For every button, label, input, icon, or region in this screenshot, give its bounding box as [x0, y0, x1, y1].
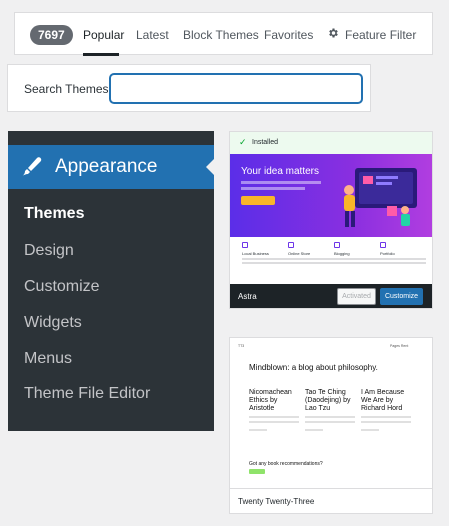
search-themes-input[interactable]	[110, 74, 362, 103]
activated-button: Activated	[337, 288, 376, 305]
feature-label: Blogging	[334, 251, 350, 256]
submenu-widgets[interactable]: Widgets	[24, 314, 82, 332]
theme-card-footer: Astra Activated Customize	[230, 284, 432, 308]
checkmark-icon: ✓	[239, 137, 247, 147]
menu-appearance[interactable]: Appearance	[8, 145, 214, 189]
preview-headline: Mindblown: a blog about philosophy.	[249, 363, 378, 372]
current-menu-arrow	[206, 159, 214, 175]
tab-block-themes[interactable]: Block Themes	[183, 28, 259, 42]
theme-name: Astra	[238, 292, 257, 301]
illustration-image	[344, 168, 417, 227]
paintbrush-icon	[22, 157, 42, 176]
submenu-design[interactable]: Design	[24, 242, 74, 260]
preview-cta-button	[241, 196, 275, 205]
theme-card-twenty-twenty-three[interactable]: TT3 Pages Rent Mindblown: a blog about p…	[229, 337, 433, 514]
preview-post: Nicomachean Ethics by Aristotle	[249, 389, 299, 431]
gear-icon[interactable]	[327, 27, 339, 39]
active-tab-indicator	[83, 53, 119, 56]
preview-post: I Am Because We Are by Richard Hord	[361, 389, 411, 431]
theme-filter-bar: 7697 Popular Latest Block Themes Favorit…	[14, 12, 433, 56]
feature-filter-button[interactable]: Feature Filter	[345, 28, 416, 42]
submenu-menus[interactable]: Menus	[24, 350, 72, 368]
tab-popular[interactable]: Popular	[83, 28, 124, 42]
theme-card-footer: Twenty Twenty-Three	[230, 488, 432, 513]
tab-latest[interactable]: Latest	[136, 28, 169, 42]
preview-nav-links: Pages Rent	[390, 344, 409, 348]
theme-screenshot: TT3 Pages Rent Mindblown: a blog about p…	[230, 338, 432, 488]
preview-feature: Portfolio	[380, 242, 426, 264]
feature-label: Portfolio	[380, 251, 395, 256]
preview-text-line	[241, 187, 305, 190]
search-label: Search Themes	[24, 82, 109, 96]
feature-icon	[380, 242, 386, 248]
preview-text-line	[241, 181, 321, 184]
feature-icon	[242, 242, 248, 248]
submenu-customize[interactable]: Customize	[24, 278, 100, 296]
feature-label: Local Business	[242, 251, 269, 256]
admin-sidebar-menu: Appearance Themes Design Customize Widge…	[8, 131, 214, 431]
tab-favorites[interactable]: Favorites	[264, 28, 313, 42]
preview-feature: Online Store	[288, 242, 334, 264]
submenu-theme-file-editor[interactable]: Theme File Editor	[24, 385, 150, 403]
preview-feature: Local Business	[242, 242, 288, 264]
preview-footer-prompt: Got any book recommendations?	[249, 461, 323, 467]
post-title: Tao Te Ching (Daodejing) by Lao Tzu	[305, 389, 351, 412]
feature-icon	[288, 242, 294, 248]
theme-count-badge: 7697	[30, 25, 73, 45]
preview-site-title: TT3	[238, 344, 245, 348]
astra-preview-hero: Your idea matters	[230, 154, 432, 237]
post-title: Nicomachean Ethics by Aristotle	[249, 389, 292, 412]
theme-name: Twenty Twenty-Three	[238, 497, 315, 506]
astra-preview-headline: Your idea matters	[241, 166, 320, 177]
installed-label: Installed	[252, 139, 279, 146]
installed-notice: ✓ Installed	[230, 132, 432, 154]
feature-icon	[334, 242, 340, 248]
preview-feature: Blogging	[334, 242, 380, 264]
post-title: I Am Because We Are by Richard Hord	[361, 389, 405, 412]
feature-label: Online Store	[288, 251, 311, 256]
preview-post: Tao Te Ching (Daodejing) by Lao Tzu	[305, 389, 355, 431]
preview-button	[249, 469, 265, 474]
menu-appearance-label: Appearance	[55, 156, 158, 177]
search-panel: Search Themes	[7, 64, 371, 112]
submenu-themes[interactable]: Themes	[24, 205, 84, 223]
theme-card-astra[interactable]: ✓ Installed Your idea matters Local Busi…	[229, 131, 433, 309]
customize-button[interactable]: Customize	[380, 288, 423, 305]
